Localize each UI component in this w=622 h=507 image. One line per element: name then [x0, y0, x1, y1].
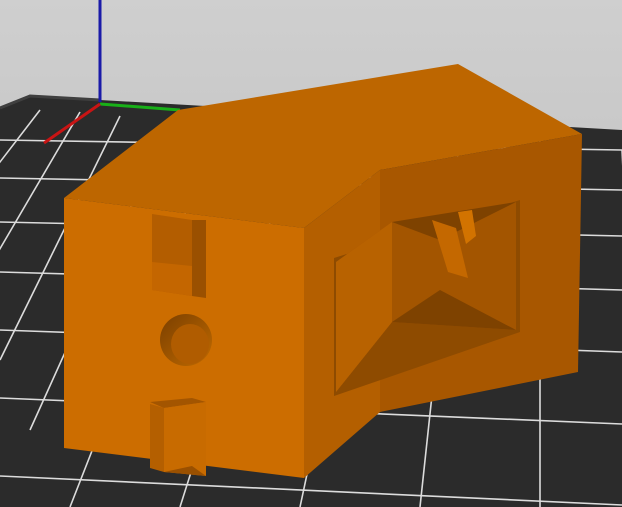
3d-viewport[interactable] [0, 0, 622, 507]
scene[interactable] [0, 0, 622, 507]
slot-notch-upper [152, 214, 206, 298]
screw-hole [160, 314, 212, 366]
slot-notch-lower [150, 398, 206, 476]
